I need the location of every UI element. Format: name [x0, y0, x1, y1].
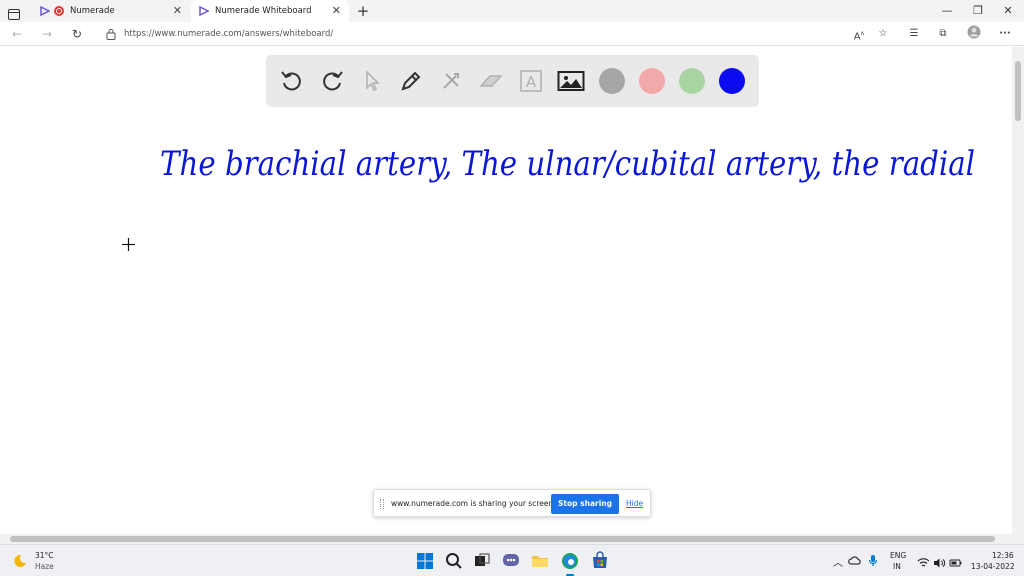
tab-title: Numerade Whiteboard — [215, 6, 312, 16]
image-icon[interactable] — [557, 67, 585, 95]
pen-icon[interactable] — [397, 67, 425, 95]
file-explorer-icon[interactable] — [530, 551, 550, 571]
vertical-scroll-thumb[interactable] — [1015, 61, 1021, 121]
svg-text:A: A — [526, 73, 537, 91]
edge-browser-icon[interactable] — [560, 551, 580, 571]
url-text: https://www.numerade.com/answers/whitebo… — [124, 29, 334, 39]
color-gray-swatch[interactable] — [599, 68, 625, 94]
color-pink-swatch[interactable] — [639, 68, 665, 94]
wifi-icon[interactable] — [917, 554, 930, 567]
language-code[interactable]: ENG — [890, 551, 906, 560]
lock-icon — [106, 29, 116, 40]
eraser-icon[interactable] — [477, 67, 505, 95]
onedrive-cloud-icon[interactable] — [848, 553, 862, 567]
language-region[interactable]: IN — [893, 562, 901, 571]
color-green-swatch[interactable] — [679, 68, 705, 94]
redo-icon[interactable] — [318, 67, 346, 95]
search-icon[interactable] — [444, 551, 464, 571]
microphone-icon[interactable] — [868, 553, 878, 567]
screen-share-banner: www.numerade.com is sharing your screen.… — [373, 489, 651, 517]
color-blue-swatch[interactable] — [719, 68, 745, 94]
favorites-icon[interactable]: ☰ — [905, 25, 923, 43]
forward-icon[interactable]: → — [38, 25, 56, 43]
read-aloud-icon[interactable]: Aʌ — [850, 25, 868, 43]
url-field[interactable]: https://www.numerade.com/answers/whitebo… — [98, 24, 898, 44]
windows-start-icon[interactable] — [415, 551, 435, 571]
handwritten-text: The brachial artery, The ulnar/cubital a… — [160, 144, 975, 184]
tab-numerade-whiteboard[interactable]: Numerade Whiteboard ✕ — [191, 0, 349, 22]
volume-icon[interactable] — [933, 554, 946, 568]
battery-icon[interactable] — [949, 554, 963, 567]
clock-date[interactable]: 13-04-2022 — [971, 562, 1015, 571]
chat-icon[interactable] — [501, 551, 521, 571]
restore-icon[interactable]: ❐ — [969, 2, 987, 20]
horizontal-scroll-thumb[interactable] — [10, 536, 995, 542]
close-tab-icon[interactable]: ✕ — [332, 4, 341, 18]
crosshair-cursor-icon — [122, 236, 135, 251]
hide-banner-link[interactable]: Hide — [626, 494, 643, 514]
numerade-logo-icon — [199, 6, 209, 16]
share-message: www.numerade.com is sharing your screen. — [391, 499, 556, 508]
vertical-scrollbar[interactable] — [1012, 47, 1024, 534]
minimize-icon[interactable]: — — [938, 2, 956, 20]
handwriting-line: The brachial artery, The ulnar/cubital a… — [160, 144, 975, 184]
stop-sharing-button[interactable]: Stop sharing — [551, 494, 619, 514]
profile-avatar-icon[interactable] — [965, 25, 983, 43]
address-bar: ← → ↻ https://www.numerade.com/answers/w… — [0, 22, 1024, 46]
collections-icon[interactable]: ⧉ — [934, 25, 952, 43]
close-window-icon[interactable]: ✕ — [999, 2, 1017, 20]
clock-time[interactable]: 12:36 — [992, 551, 1014, 560]
close-tab-icon[interactable]: ✕ — [173, 4, 182, 18]
taskbar: 31°C Haze ︿ ENG IN 12:36 13-04-2022 — [0, 544, 1024, 576]
tab-strip: Numerade ✕ Numerade Whiteboard ✕ + — ❐ ✕ — [0, 0, 1024, 22]
tools-icon[interactable] — [437, 67, 465, 95]
favorite-add-icon[interactable]: ☆ — [874, 25, 892, 43]
recording-icon — [54, 6, 64, 16]
task-view-icon[interactable] — [472, 551, 492, 571]
tab-numerade[interactable]: Numerade ✕ — [32, 0, 190, 22]
chevron-up-icon[interactable]: ︿ — [833, 554, 843, 569]
pointer-icon[interactable] — [358, 67, 386, 95]
numerade-logo-icon — [40, 6, 50, 16]
tab-actions-icon[interactable] — [8, 5, 20, 20]
store-icon[interactable] — [590, 551, 610, 571]
weather-temp: 31°C — [35, 551, 54, 560]
text-icon[interactable]: A — [517, 67, 545, 95]
whiteboard-toolbar: A — [266, 55, 759, 107]
undo-icon[interactable] — [278, 67, 306, 95]
refresh-icon[interactable]: ↻ — [68, 25, 86, 43]
drag-handle-icon[interactable] — [380, 499, 384, 509]
new-tab-button[interactable]: + — [355, 2, 371, 20]
back-icon[interactable]: ← — [8, 25, 26, 43]
horizontal-scrollbar[interactable] — [0, 534, 1024, 544]
tab-title: Numerade — [70, 6, 115, 16]
more-options-icon[interactable]: ··· — [996, 25, 1014, 43]
weather-icon[interactable] — [12, 553, 28, 569]
weather-desc: Haze — [35, 562, 54, 571]
